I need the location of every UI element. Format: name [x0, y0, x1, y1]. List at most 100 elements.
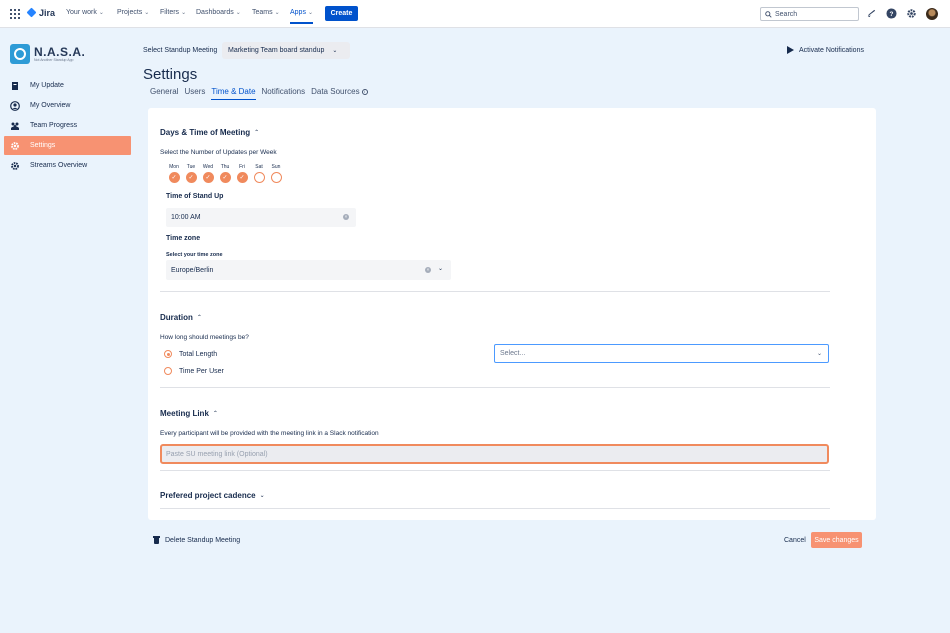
timezone-value: Europe/Berlin	[171, 266, 214, 274]
nav-your-work[interactable]: Your work ⌄	[66, 9, 104, 16]
settings-gear-icon[interactable]	[906, 8, 917, 19]
radio-empty-icon	[164, 367, 172, 375]
search-input[interactable]: Search	[760, 7, 859, 21]
day-label: Fri	[239, 164, 245, 170]
timezone-select[interactable]: Europe/Berlin × ⌄	[166, 260, 451, 280]
chevron-down-icon: ⌄	[274, 10, 280, 16]
chevron-down-icon: ⌄	[259, 493, 265, 499]
nav-teams-label: Teams	[252, 9, 273, 16]
meeting-select[interactable]: Marketing Team board standup ⌄	[222, 42, 350, 59]
duration-select-placeholder: Select...	[500, 350, 526, 357]
time-value: 10:00 AM	[171, 214, 201, 221]
sidebar-item-team-progress[interactable]: Team Progress	[4, 116, 131, 135]
duration-select[interactable]: Select... ⌄	[494, 344, 829, 363]
sidebar-item-my-overview[interactable]: My Overview	[4, 96, 131, 115]
tab-users[interactable]: Users	[184, 87, 205, 100]
cadence-section-header[interactable]: Prefered project cadence ⌄	[160, 491, 265, 500]
nav-teams[interactable]: Teams ⌄	[252, 9, 280, 16]
duration-section-header[interactable]: Duration ⌃	[160, 313, 202, 322]
tab-data-sources[interactable]: Data Sources i	[311, 87, 368, 100]
tab-general[interactable]: General	[150, 87, 178, 100]
delete-standup-button[interactable]: Delete Standup Meeting	[153, 536, 240, 544]
radio-label: Time Per User	[179, 367, 224, 375]
day-sat[interactable]: Sat	[252, 164, 266, 183]
day-mon[interactable]: Mon	[167, 164, 181, 183]
user-avatar[interactable]	[926, 8, 938, 20]
info-icon: i	[361, 88, 368, 95]
sidebar-item-label: Team Progress	[30, 122, 78, 129]
days-time-section-header[interactable]: Days & Time of Meeting ⌃	[160, 128, 259, 137]
brand[interactable]: N.A.S.A. Not Another Standup App	[10, 44, 85, 64]
create-button[interactable]: Create	[325, 6, 358, 21]
help-icon[interactable]: ?	[886, 8, 897, 19]
app-switcher-icon[interactable]	[10, 9, 20, 19]
sidebar-item-label: Settings	[30, 142, 56, 149]
day-label: Sun	[271, 164, 281, 170]
nav-projects[interactable]: Projects ⌄	[117, 9, 149, 16]
clear-icon[interactable]: ×	[425, 267, 431, 273]
sidebar-item-streams-overview[interactable]: Streams Overview	[4, 156, 131, 175]
tab-time-date[interactable]: Time & Date	[211, 87, 256, 100]
document-icon	[10, 81, 20, 91]
radio-total-length[interactable]: Total Length	[164, 350, 217, 358]
checked-circle-icon	[219, 172, 231, 183]
top-navigation-bar: Jira Your work ⌄ Projects ⌄ Filters ⌄ Dashb…	[0, 0, 950, 28]
chevron-down-icon: ⌄	[332, 48, 338, 54]
chevron-down-icon: ⌄	[181, 10, 187, 16]
divider	[160, 470, 830, 471]
day-sun[interactable]: Sun	[269, 164, 283, 183]
search-icon	[765, 10, 772, 18]
weekday-selector: Mon Tue Wed Thu Fri Sat Sun	[167, 164, 283, 183]
nav-your-work-label: Your work	[66, 9, 97, 16]
people-icon	[10, 121, 20, 131]
clear-icon[interactable]: ×	[343, 214, 349, 220]
user-circle-icon	[10, 100, 20, 111]
section-title: Prefered project cadence	[160, 491, 256, 500]
chevron-down-icon: ⌄	[98, 10, 104, 16]
nasa-logo-icon	[10, 44, 30, 64]
chevron-up-icon: ⌃	[254, 130, 260, 136]
time-of-standup-input[interactable]: 10:00 AM ×	[166, 208, 356, 227]
svg-text:?: ?	[890, 11, 894, 18]
meeting-select-value: Marketing Team board standup	[228, 47, 325, 54]
checked-circle-icon	[168, 172, 180, 183]
activate-notifications-label: Activate Notifications	[799, 46, 864, 54]
nav-apps[interactable]: Apps ⌄	[290, 9, 313, 24]
day-label: Sat	[255, 164, 263, 170]
nav-filters-label: Filters	[160, 9, 180, 16]
day-wed[interactable]: Wed	[201, 164, 215, 183]
radio-time-per-user[interactable]: Time Per User	[164, 367, 224, 375]
day-thu[interactable]: Thu	[218, 164, 232, 183]
section-title: Days & Time of Meeting	[160, 128, 251, 137]
cancel-button[interactable]: Cancel	[784, 537, 806, 544]
time-of-standup-label: Time of Stand Up	[166, 193, 224, 200]
radio-label: Total Length	[179, 350, 218, 358]
divider	[160, 508, 830, 509]
checked-circle-icon	[185, 172, 197, 183]
activate-notifications-button[interactable]: Activate Notifications	[787, 46, 864, 54]
day-label: Tue	[186, 164, 196, 170]
sidebar-item-settings[interactable]: Settings	[4, 136, 131, 155]
chevron-down-icon: ⌄	[816, 351, 822, 357]
day-fri[interactable]: Fri	[235, 164, 249, 183]
day-tue[interactable]: Tue	[184, 164, 198, 183]
chevron-down-icon: ⌄	[307, 10, 313, 16]
tab-notifications[interactable]: Notifications	[262, 87, 306, 100]
section-title: Meeting Link	[160, 409, 209, 418]
divider	[160, 291, 830, 292]
notifications-bell-icon[interactable]	[866, 8, 877, 19]
section-title: Duration	[160, 313, 193, 322]
jira-logo-icon	[26, 8, 36, 18]
nav-filters[interactable]: Filters ⌄	[160, 9, 186, 16]
updates-per-week-label: Select the Number of Updates per Week	[160, 149, 277, 156]
meeting-link-section-header[interactable]: Meeting Link ⌃	[160, 409, 218, 418]
save-changes-button[interactable]: Save changes	[811, 532, 862, 548]
tab-data-sources-label: Data Sources	[311, 87, 360, 96]
sidebar-item-my-update[interactable]: My Update	[4, 76, 131, 95]
jira-logo[interactable]: Jira	[26, 8, 55, 18]
page-title: Settings	[143, 66, 198, 83]
meeting-link-input[interactable]: Paste SU meeting link (Optional)	[160, 444, 829, 464]
nav-dashboards[interactable]: Dashboards ⌄	[196, 9, 241, 16]
timezone-label: Time zone	[166, 235, 201, 242]
nav-apps-label: Apps	[290, 9, 306, 16]
